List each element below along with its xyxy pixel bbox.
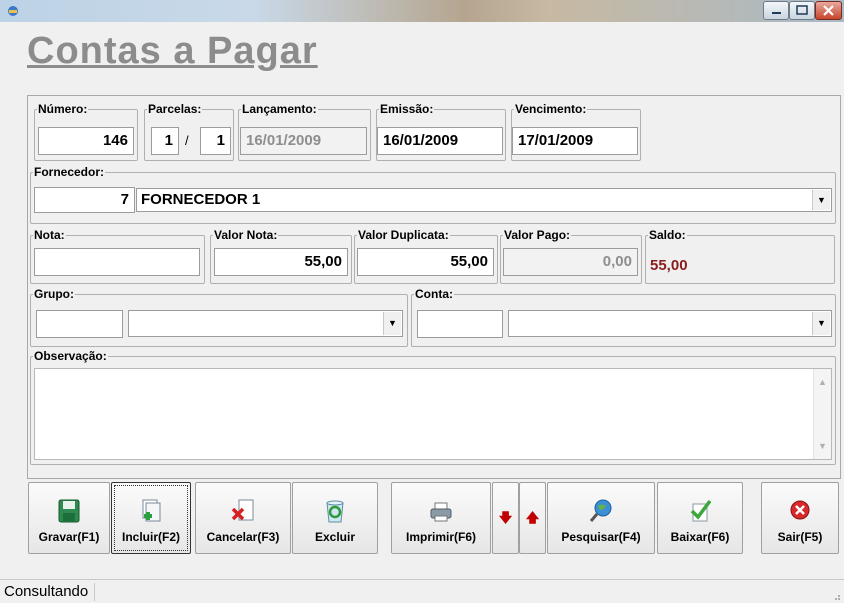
maximize-button[interactable] bbox=[789, 1, 815, 20]
valor-duplicata-field[interactable]: 55,00 bbox=[357, 248, 494, 276]
emissao-label: Emissão: bbox=[380, 102, 434, 116]
observacao-label: Observação: bbox=[34, 349, 107, 363]
baixar-button[interactable]: Baixar(F6) bbox=[657, 482, 743, 554]
cancel-document-icon bbox=[231, 499, 254, 521]
app-icon bbox=[8, 6, 18, 16]
pesquisar-button[interactable]: Pesquisar(F4) bbox=[547, 482, 655, 554]
vertical-scrollbar[interactable]: ▲ ▼ bbox=[813, 369, 831, 459]
conta-label: Conta: bbox=[415, 287, 453, 301]
conta-code-field[interactable] bbox=[417, 310, 503, 338]
scroll-up-icon[interactable]: ▲ bbox=[818, 377, 827, 387]
saldo-value: 55,00 bbox=[650, 257, 688, 274]
printer-icon bbox=[430, 502, 452, 522]
previous-record-button[interactable]: 🡅 bbox=[519, 482, 546, 554]
excluir-button[interactable]: Excluir bbox=[292, 482, 378, 554]
maximize-icon bbox=[796, 5, 808, 15]
next-record-button[interactable]: 🡇 bbox=[492, 482, 519, 554]
arrow-up-icon: 🡅 bbox=[525, 510, 540, 525]
incluir-label: Incluir(F2) bbox=[121, 530, 180, 544]
incluir-button[interactable]: Incluir(F2) bbox=[111, 482, 191, 554]
new-document-icon bbox=[142, 499, 161, 522]
grupo-label: Grupo: bbox=[34, 287, 74, 301]
gravar-label: Gravar(F1) bbox=[38, 530, 100, 544]
chevron-down-icon[interactable]: ▼ bbox=[812, 312, 830, 335]
lancamento-label: Lançamento: bbox=[242, 102, 317, 116]
status-text: Consultando bbox=[4, 583, 96, 601]
excluir-label: Excluir bbox=[314, 530, 356, 544]
fornecedor-label: Fornecedor: bbox=[34, 165, 105, 179]
status-bar: Consultando bbox=[0, 579, 844, 603]
close-button[interactable] bbox=[815, 1, 842, 20]
conta-combo[interactable]: ▼ bbox=[508, 310, 832, 337]
numero-field[interactable]: 146 bbox=[38, 127, 134, 155]
cancelar-label: Cancelar(F3) bbox=[206, 530, 280, 544]
fornecedor-name: FORNECEDOR 1 bbox=[141, 191, 261, 208]
baixar-label: Baixar(F6) bbox=[670, 530, 730, 544]
numero-label: Número: bbox=[38, 102, 88, 116]
emissao-field[interactable]: 16/01/2009 bbox=[377, 127, 503, 155]
parcela-current-field[interactable]: 1 bbox=[151, 127, 179, 155]
fornecedor-combo[interactable]: FORNECEDOR 1 ▼ bbox=[136, 188, 832, 212]
chevron-down-icon[interactable]: ▼ bbox=[383, 312, 401, 335]
vencimento-label: Vencimento: bbox=[515, 102, 587, 116]
observacao-textarea[interactable]: ▲ ▼ bbox=[34, 368, 832, 460]
floppy-disk-icon bbox=[58, 499, 80, 523]
fornecedor-code-field[interactable]: 7 bbox=[34, 187, 135, 213]
minimize-button[interactable] bbox=[763, 1, 789, 20]
check-document-icon bbox=[690, 499, 712, 522]
parcelas-label: Parcelas: bbox=[148, 102, 202, 116]
valor-nota-label: Valor Nota: bbox=[214, 228, 278, 242]
nota-label: Nota: bbox=[34, 228, 65, 242]
imprimir-label: Imprimir(F6) bbox=[405, 530, 476, 544]
valor-nota-field[interactable]: 55,00 bbox=[214, 248, 348, 276]
parcelas-separator: / bbox=[185, 133, 189, 148]
sair-button[interactable]: Sair(F5) bbox=[761, 482, 839, 554]
resize-grip-icon[interactable] bbox=[831, 591, 841, 601]
grupo-code-field[interactable] bbox=[36, 310, 123, 338]
close-icon bbox=[823, 5, 834, 16]
gravar-button[interactable]: Gravar(F1) bbox=[28, 482, 110, 554]
grupo-combo[interactable]: ▼ bbox=[128, 310, 403, 337]
imprimir-button[interactable]: Imprimir(F6) bbox=[391, 482, 491, 554]
chevron-down-icon[interactable]: ▼ bbox=[812, 190, 830, 210]
cancelar-button[interactable]: Cancelar(F3) bbox=[195, 482, 291, 554]
application-window: Contas a Pagar Número: 146 Parcelas: 1 /… bbox=[0, 0, 844, 603]
title-bar bbox=[0, 0, 844, 22]
page-title: Contas a Pagar bbox=[27, 30, 318, 72]
arrow-down-icon: 🡇 bbox=[498, 510, 513, 525]
valor-duplicata-label: Valor Duplicata: bbox=[358, 228, 449, 242]
scroll-down-icon[interactable]: ▼ bbox=[818, 441, 827, 451]
minimize-icon bbox=[772, 12, 781, 14]
valor-pago-label: Valor Pago: bbox=[504, 228, 571, 242]
exit-icon bbox=[790, 500, 810, 520]
valor-pago-field: 0,00 bbox=[503, 248, 638, 276]
nota-field[interactable] bbox=[34, 248, 200, 276]
recycle-bin-icon bbox=[326, 500, 344, 523]
parcela-total-field[interactable]: 1 bbox=[200, 127, 231, 155]
pesquisar-label: Pesquisar(F4) bbox=[561, 530, 641, 544]
vencimento-field[interactable]: 17/01/2009 bbox=[512, 127, 638, 155]
sair-label: Sair(F5) bbox=[777, 530, 823, 544]
saldo-label: Saldo: bbox=[649, 228, 686, 242]
lancamento-field: 16/01/2009 bbox=[240, 127, 367, 155]
search-globe-icon bbox=[589, 499, 612, 522]
